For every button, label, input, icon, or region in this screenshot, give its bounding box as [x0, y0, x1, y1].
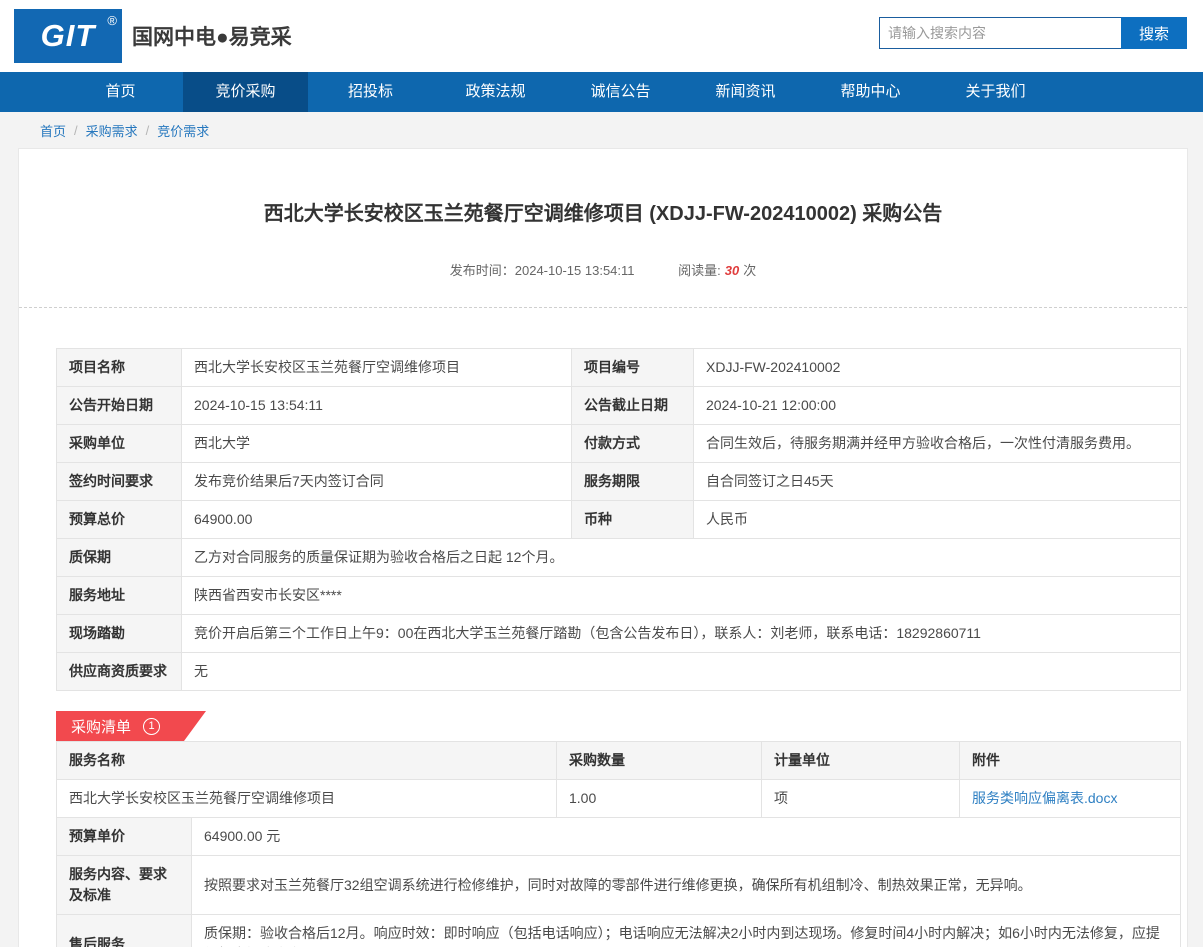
nav-item-news[interactable]: 新闻资讯 [683, 72, 808, 112]
table-row: 预算总价 64900.00 币种 人民币 [56, 500, 1181, 539]
field-label: 现场踏勘 [56, 614, 182, 653]
field-label: 预算总价 [56, 500, 182, 539]
dashed-divider [19, 307, 1187, 308]
breadcrumb-bidding-demand[interactable]: 竞价需求 [157, 121, 209, 140]
column-header: 服务名称 [56, 741, 557, 780]
field-value: 乙方对合同服务的质量保证期为验收合格后之日起 12个月。 [181, 538, 1181, 577]
page-title: 西北大学长安校区玉兰苑餐厅空调维修项目 (XDJJ-FW-202410002) … [263, 203, 943, 225]
view-count-number: 30 [724, 263, 740, 278]
table-row: 签约时间要求 发布竞价结果后7天内签订合同 服务期限 自合同签订之日45天 [56, 462, 1181, 501]
budget-total-value: 64900.00 [181, 500, 572, 539]
field-label: 付款方式 [571, 424, 694, 463]
field-label: 项目编号 [571, 348, 694, 387]
field-value: 质保期：验收合格后12月。响应时效：即时响应（包括电话响应）；电话响应无法解决2… [191, 914, 1181, 947]
table-row: 售后服务 质保期：验收合格后12月。响应时效：即时响应（包括电话响应）；电话响应… [56, 914, 1181, 947]
nav-item-bidding-procurement[interactable]: 竞价采购 [183, 72, 308, 112]
field-value: 按照要求对玉兰苑餐厅32组空调系统进行检修维护，同时对故障的零部件进行维修更换，… [191, 855, 1181, 915]
table-row: 现场踏勘 竞价开启后第三个工作日上午9：00在西北大学玉兰苑餐厅踏勘（包含公告发… [56, 614, 1181, 653]
field-value: 2024-10-15 13:54:11 [181, 386, 572, 425]
field-value: 发布竞价结果后7天内签订合同 [181, 462, 572, 501]
publish-time: 发布时间：2024-10-15 13:54:11 [449, 263, 635, 278]
logo-text: GIT [40, 18, 96, 53]
field-value: 陕西省西安市长安区**** [181, 576, 1181, 615]
nav-item-home[interactable]: 首页 [58, 72, 183, 112]
purchase-list-badge-label: 采购清单 [71, 718, 132, 736]
field-label: 项目名称 [56, 348, 182, 387]
nav-item-about-us[interactable]: 关于我们 [933, 72, 1058, 112]
brand-title: 国网中电●易竞采 [132, 26, 292, 49]
nav-item-policies[interactable]: 政策法规 [433, 72, 558, 112]
table-row: 预算单价 64900.00 元 [56, 817, 1181, 856]
field-label: 签约时间要求 [56, 462, 182, 501]
site-logo[interactable]: GIT ® [14, 9, 122, 63]
project-info-table: 项目名称 西北大学长安校区玉兰苑餐厅空调维修项目 项目编号 XDJJ-FW-20… [56, 348, 1181, 691]
breadcrumb-home[interactable]: 首页 [40, 121, 66, 140]
field-label: 服务期限 [571, 462, 694, 501]
view-count: 阅读量: 30 次 [678, 263, 757, 278]
purchase-detail-table: 预算单价 64900.00 元 服务内容、要求及标准 按照要求对玉兰苑餐厅32组… [56, 817, 1181, 947]
attachment-cell: 服务类响应偏离表.docx [959, 779, 1181, 818]
table-row: 采购单位 西北大学 付款方式 合同生效后，待服务期满并经甲方验收合格后，一次性付… [56, 424, 1181, 463]
announcement-card: 西北大学长安校区玉兰苑餐厅空调维修项目 (XDJJ-FW-202410002) … [18, 148, 1188, 947]
table-row: 服务地址 陕西省西安市长安区**** [56, 576, 1181, 615]
breadcrumb-procurement-demand[interactable]: 采购需求 [86, 121, 138, 140]
table-row: 公告开始日期 2024-10-15 13:54:11 公告截止日期 2024-1… [56, 386, 1181, 425]
table-row: 服务内容、要求及标准 按照要求对玉兰苑餐厅32组空调系统进行检修维护，同时对故障… [56, 855, 1181, 915]
purchase-list-badge: 采购清单 1 [56, 711, 206, 741]
field-label: 公告截止日期 [571, 386, 694, 425]
table-header-row: 服务名称 采购数量 计量单位 附件 [56, 741, 1181, 780]
breadcrumb: 首页 / 采购需求 / 竞价需求 [0, 112, 1203, 148]
search-input[interactable] [879, 17, 1121, 49]
field-value: 竞价开启后第三个工作日上午9：00在西北大学玉兰苑餐厅踏勘（包含公告发布日），联… [181, 614, 1181, 653]
field-value: 西北大学 [181, 424, 572, 463]
table-row: 质保期 乙方对合同服务的质量保证期为验收合格后之日起 12个月。 [56, 538, 1181, 577]
column-header: 采购数量 [556, 741, 762, 780]
field-label: 预算单价 [56, 817, 192, 856]
field-value: 西北大学长安校区玉兰苑餐厅空调维修项目 [181, 348, 572, 387]
field-value: 2024-10-21 12:00:00 [693, 386, 1181, 425]
field-label: 售后服务 [56, 914, 192, 947]
breadcrumb-separator: / [74, 122, 78, 138]
field-label: 采购单位 [56, 424, 182, 463]
registered-trademark-icon: ® [107, 13, 117, 28]
field-label: 供应商资质要求 [56, 652, 182, 691]
field-value: 合同生效后，待服务期满并经甲方验收合格后，一次性付清服务费用。 [693, 424, 1181, 463]
announcement-meta: 发布时间：2024-10-15 13:54:11 阅读量: 30 次 [19, 260, 1187, 279]
field-value: XDJJ-FW-202410002 [693, 348, 1181, 387]
unit-price-value: 64900.00 元 [191, 817, 1181, 856]
table-row: 西北大学长安校区玉兰苑餐厅空调维修项目 1.00 项 服务类响应偏离表.docx [56, 779, 1181, 818]
column-header: 附件 [959, 741, 1181, 780]
nav-item-tenders[interactable]: 招投标 [308, 72, 433, 112]
nav-item-integrity-notices[interactable]: 诚信公告 [558, 72, 683, 112]
service-name-cell: 西北大学长安校区玉兰苑餐厅空调维修项目 [56, 779, 557, 818]
site-header: GIT ® 国网中电●易竞采 搜索 [0, 0, 1203, 72]
breadcrumb-separator: / [145, 122, 150, 138]
purchase-list-table: 服务名称 采购数量 计量单位 附件 西北大学长安校区玉兰苑餐厅空调维修项目 1.… [56, 741, 1181, 818]
field-value: 无 [181, 652, 1181, 691]
unit-cell: 项 [761, 779, 960, 818]
table-row: 项目名称 西北大学长安校区玉兰苑餐厅空调维修项目 项目编号 XDJJ-FW-20… [56, 348, 1181, 387]
quantity-cell: 1.00 [556, 779, 762, 818]
field-label: 公告开始日期 [56, 386, 182, 425]
table-row: 供应商资质要求 无 [56, 652, 1181, 691]
purchase-list-count-badge: 1 [143, 718, 160, 735]
field-label: 服务地址 [56, 576, 182, 615]
nav-item-help-center[interactable]: 帮助中心 [808, 72, 933, 112]
field-value: 自合同签订之日45天 [693, 462, 1181, 501]
search-button[interactable]: 搜索 [1121, 17, 1187, 49]
field-value: 人民币 [693, 500, 1181, 539]
attachment-link[interactable]: 服务类响应偏离表.docx [972, 790, 1117, 806]
main-nav: 首页 竞价采购 招投标 政策法规 诚信公告 新闻资讯 帮助中心 关于我们 [0, 72, 1203, 112]
field-label: 质保期 [56, 538, 182, 577]
column-header: 计量单位 [761, 741, 960, 780]
field-label: 币种 [571, 500, 694, 539]
search-bar: 搜索 [879, 17, 1187, 49]
field-label: 服务内容、要求及标准 [56, 855, 192, 915]
